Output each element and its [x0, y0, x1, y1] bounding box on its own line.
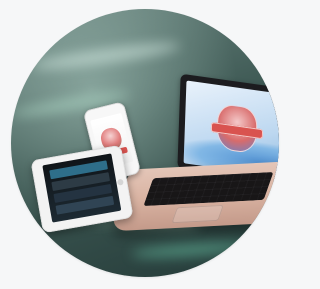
- trackpad: [171, 204, 224, 224]
- home-button-icon: [116, 178, 124, 186]
- devices-hero-image: [0, 0, 290, 289]
- tablet-screen: [42, 153, 122, 223]
- background-light-streak: [130, 239, 252, 261]
- background-light-streak: [30, 38, 182, 74]
- circular-photo-frame: [11, 9, 279, 277]
- tablet-device: [30, 144, 134, 234]
- keyboard: [143, 171, 274, 207]
